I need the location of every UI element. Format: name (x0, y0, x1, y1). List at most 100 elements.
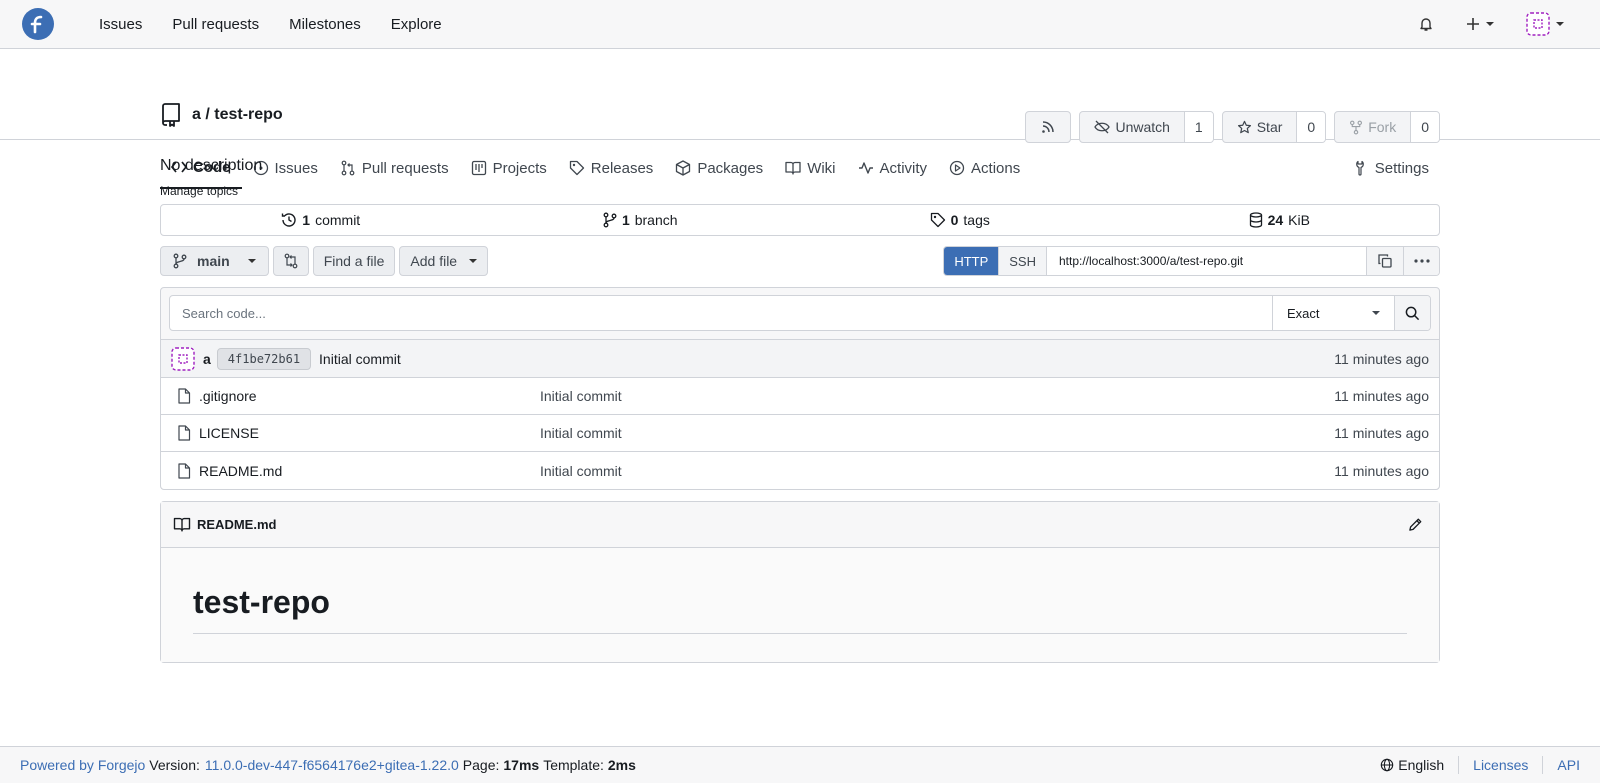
template-time-label: Template: (543, 757, 604, 773)
language-selector[interactable]: English (1380, 757, 1444, 773)
version-label: Version: (149, 757, 200, 773)
file-link[interactable]: LICENSE (177, 425, 540, 441)
divider (1458, 756, 1460, 774)
copy-url-button[interactable] (1367, 247, 1403, 275)
nav-issues[interactable]: Issues (84, 16, 157, 33)
size-stat[interactable]: 24 KiB (1120, 205, 1440, 235)
commit-sha[interactable]: 4f1be72b61 (216, 347, 312, 370)
kebab-horizontal-icon (1413, 259, 1430, 263)
user-menu-button[interactable] (1510, 12, 1580, 36)
more-clone-options-button[interactable] (1403, 247, 1439, 275)
file-commit-message[interactable]: Initial commit (540, 425, 622, 441)
page-time: 17ms (503, 757, 540, 773)
tab-projects[interactable]: Projects (460, 147, 558, 189)
search-input[interactable]: Search code... (170, 296, 1272, 330)
file-commit-message[interactable]: Initial commit (540, 463, 622, 479)
star-button-group: Star 0 (1221, 111, 1327, 143)
tag-icon (930, 212, 946, 228)
avatar[interactable] (171, 346, 195, 371)
api-link[interactable]: API (1557, 757, 1580, 773)
template-time: 2ms (607, 757, 636, 773)
version-link[interactable]: 11.0.0-dev-447-f6564176e2+gitea-1.22.0 (205, 757, 459, 773)
clone-url-input[interactable]: http://localhost:3000/a/test-repo.git (1047, 247, 1367, 275)
branch-icon (173, 253, 187, 269)
compare-icon (283, 253, 299, 269)
book-icon (173, 517, 191, 532)
readme-content: test-repo (161, 548, 1439, 662)
unwatch-button[interactable]: Unwatch (1080, 112, 1183, 142)
branches-stat[interactable]: 1 branch (481, 205, 801, 235)
file-row: .gitignore Initial commit 11 minutes ago (161, 378, 1439, 415)
star-button[interactable]: Star (1223, 112, 1297, 142)
eye-closed-icon (1094, 120, 1111, 134)
forks-count[interactable]: 0 (1410, 112, 1439, 142)
branch-selector[interactable]: main (160, 246, 269, 276)
tab-actions[interactable]: Actions (938, 147, 1031, 189)
tag-icon (569, 160, 585, 176)
tab-activity[interactable]: Activity (847, 147, 939, 189)
compare-button[interactable] (272, 246, 309, 276)
commit-message[interactable]: Initial commit (319, 351, 401, 367)
nav-milestones[interactable]: Milestones (274, 16, 376, 33)
nav-pull-requests[interactable]: Pull requests (157, 16, 274, 33)
clone-http-button[interactable]: HTTP (944, 247, 1000, 275)
notifications-button[interactable] (1402, 16, 1450, 32)
watch-button-group: Unwatch 1 (1079, 111, 1214, 143)
repo-actions: Unwatch 1 Star 0 Fork 0 (1025, 111, 1440, 143)
tools-icon (1353, 160, 1369, 176)
tab-settings[interactable]: Settings (1342, 147, 1440, 189)
play-icon (949, 160, 965, 176)
clone-ssh-button[interactable]: SSH (999, 247, 1047, 275)
pencil-icon[interactable] (1408, 517, 1423, 532)
commits-stat[interactable]: 1 commit (161, 205, 481, 235)
chevron-down-icon (247, 259, 256, 263)
search-mode-select[interactable]: Exact (1272, 296, 1394, 330)
create-new-button[interactable] (1450, 17, 1510, 31)
commit-author[interactable]: a (203, 351, 211, 367)
tab-wiki[interactable]: Wiki (774, 147, 846, 189)
footer-links: English Licenses API (1380, 756, 1580, 774)
watchers-count[interactable]: 1 (1183, 112, 1213, 142)
file-link[interactable]: .gitignore (177, 388, 540, 404)
readme-heading: test-repo (193, 584, 1407, 634)
repo-icon (160, 103, 182, 127)
file-link[interactable]: README.md (177, 463, 540, 479)
tab-pull-requests[interactable]: Pull requests (329, 147, 460, 189)
tab-releases[interactable]: Releases (558, 147, 665, 189)
file-commit-time: 11 minutes ago (1334, 425, 1429, 441)
tab-packages[interactable]: Packages (664, 147, 774, 189)
file-icon (177, 425, 191, 441)
fork-icon (1349, 120, 1363, 135)
add-file-button[interactable]: Add file (399, 246, 489, 276)
licenses-link[interactable]: Licenses (1473, 757, 1528, 773)
database-icon (1249, 212, 1263, 228)
file-icon (177, 462, 191, 479)
readme-panel: README.md test-repo (160, 501, 1440, 663)
stars-count[interactable]: 0 (1296, 112, 1326, 142)
star-icon (1237, 120, 1252, 135)
manage-topics-link[interactable]: Manage topics (160, 184, 238, 198)
search-button[interactable] (1394, 296, 1430, 330)
code-search: Search code... Exact (169, 295, 1431, 331)
avatar (1526, 12, 1550, 36)
rss-button[interactable] (1025, 111, 1072, 143)
pull-request-icon (340, 160, 356, 176)
copy-icon (1378, 254, 1392, 268)
file-row: README.md Initial commit 11 minutes ago (161, 452, 1439, 489)
find-file-button[interactable]: Find a file (312, 246, 396, 276)
file-commit-message[interactable]: Initial commit (540, 388, 622, 404)
readme-header: README.md (161, 502, 1439, 548)
chevron-down-icon (469, 259, 478, 263)
bell-icon (1418, 16, 1434, 32)
file-commit-time: 11 minutes ago (1334, 388, 1429, 404)
latest-commit-row: a 4f1be72b61 Initial commit 11 minutes a… (161, 340, 1439, 378)
page-time-label: Page: (462, 757, 500, 773)
powered-by-link[interactable]: Powered by Forgejo (20, 757, 145, 773)
nav-explore[interactable]: Explore (376, 16, 457, 33)
code-search-row: Search code... Exact (161, 288, 1439, 340)
forgejo-logo-icon[interactable] (22, 8, 54, 40)
repo-full-name[interactable]: a / test-repo (192, 106, 283, 124)
plus-icon (1466, 17, 1480, 31)
tags-stat[interactable]: 0 tags (800, 205, 1120, 235)
readme-filename[interactable]: README.md (197, 517, 276, 532)
